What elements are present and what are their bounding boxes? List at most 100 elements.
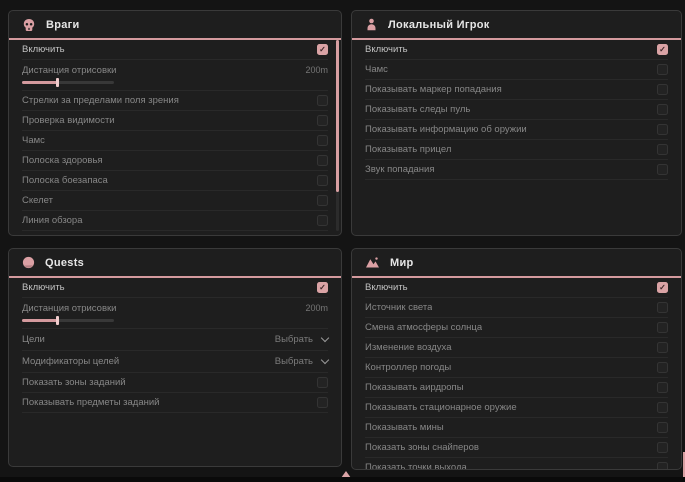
checkbox[interactable] bbox=[657, 84, 668, 95]
distance-slider[interactable] bbox=[22, 81, 114, 84]
checkbox-row[interactable]: Чамс bbox=[365, 60, 668, 80]
checkbox-row[interactable]: Смена атмосферы солнца bbox=[365, 318, 668, 338]
select-row[interactable]: Цели Выбрать bbox=[22, 329, 328, 351]
mountain-icon bbox=[365, 256, 380, 269]
select-row[interactable]: Модификаторы целейВыбрать bbox=[22, 351, 328, 373]
checkbox[interactable] bbox=[317, 155, 328, 166]
setting-label: Линия обзора bbox=[22, 215, 83, 226]
panel-enemies-scrollbar[interactable] bbox=[336, 40, 339, 231]
checkbox[interactable] bbox=[657, 362, 668, 373]
dropdown-select[interactable]: Выбрать bbox=[275, 356, 328, 367]
checkbox-row[interactable]: Показывать мины bbox=[365, 418, 668, 438]
checkbox[interactable] bbox=[657, 442, 668, 453]
checkbox-row[interactable]: Включить ✓ bbox=[365, 40, 668, 60]
checkbox-row[interactable]: Звук попадания bbox=[365, 160, 668, 180]
panel-quests-rows: Включить✓Дистанция отрисовки200mЦелиВыбр… bbox=[9, 278, 341, 413]
checkbox-row[interactable]: Стрелки за пределами поля зрения bbox=[22, 91, 328, 111]
skull-icon bbox=[22, 18, 36, 32]
checkbox-row[interactable]: Включить ✓ bbox=[22, 40, 328, 60]
checkbox[interactable] bbox=[657, 302, 668, 313]
checkbox-row[interactable]: Показать зоны снайперов bbox=[365, 438, 668, 458]
panel-world: Мир Включить✓Источник светаСмена атмосфе… bbox=[351, 248, 682, 470]
checkbox[interactable] bbox=[657, 422, 668, 433]
checkbox-row[interactable]: Скелет bbox=[22, 191, 328, 211]
setting-label: Показывать следы пуль bbox=[22, 235, 127, 236]
checkbox[interactable] bbox=[657, 124, 668, 135]
setting-label: Чамс bbox=[365, 64, 388, 75]
checkbox[interactable] bbox=[317, 175, 328, 186]
checkbox-row[interactable]: Показывать прицел bbox=[365, 140, 668, 160]
checkbox-row[interactable]: Показать точки выхода bbox=[365, 458, 668, 470]
scrollbar-thumb[interactable] bbox=[336, 40, 339, 192]
checkbox-row[interactable]: Изменение воздуха bbox=[365, 338, 668, 358]
checkbox[interactable] bbox=[317, 195, 328, 206]
checkbox[interactable] bbox=[657, 402, 668, 413]
checkbox-row[interactable]: Показывать стационарное оружие bbox=[365, 398, 668, 418]
slider-handle[interactable] bbox=[56, 316, 59, 325]
dropdown-select[interactable]: Выбрать bbox=[275, 334, 328, 345]
panel-quests-header: Quests bbox=[9, 249, 341, 278]
checkbox[interactable] bbox=[657, 164, 668, 175]
checkbox[interactable] bbox=[317, 397, 328, 408]
checkbox-row[interactable]: Чамс bbox=[22, 131, 328, 151]
bottom-edge bbox=[0, 477, 685, 482]
checkbox[interactable] bbox=[317, 95, 328, 106]
checkbox-row[interactable]: Полоска боезапаса bbox=[22, 171, 328, 191]
checkbox[interactable] bbox=[317, 115, 328, 126]
checkbox[interactable] bbox=[657, 144, 668, 155]
setting-label: Звук попадания bbox=[365, 164, 435, 175]
checkbox-row[interactable]: Линия обзора bbox=[22, 211, 328, 231]
checkbox-row[interactable]: Показывать предметы заданий bbox=[22, 393, 328, 413]
panel-title: Враги bbox=[46, 19, 80, 31]
mountain-icon-header: Мир bbox=[352, 249, 681, 278]
setting-label: Показать зоны снайперов bbox=[365, 442, 479, 453]
chevron-down-icon bbox=[321, 356, 329, 364]
checkbox-row[interactable]: Полоска здоровья bbox=[22, 151, 328, 171]
panel-title: Локальный Игрок bbox=[388, 19, 490, 31]
setting-label: Включить bbox=[22, 44, 65, 55]
checkbox[interactable] bbox=[317, 377, 328, 388]
checkbox-row[interactable]: Показать зоны заданий bbox=[22, 373, 328, 393]
checkbox[interactable] bbox=[317, 135, 328, 146]
checkbox-row[interactable]: Показывать информацию об оружии bbox=[365, 120, 668, 140]
checkbox[interactable]: ✓ bbox=[317, 282, 328, 293]
checkbox[interactable] bbox=[317, 215, 328, 226]
checkbox-row[interactable]: Показывать аирдропы bbox=[365, 378, 668, 398]
checkbox[interactable]: ✓ bbox=[317, 44, 328, 55]
checkbox-row[interactable]: Контроллер погоды bbox=[365, 358, 668, 378]
checkbox-row[interactable]: Проверка видимости bbox=[22, 111, 328, 131]
panel-title: Quests bbox=[45, 257, 84, 269]
checkbox[interactable]: ✓ bbox=[657, 44, 668, 55]
checkbox[interactable] bbox=[657, 462, 668, 470]
checkbox-row[interactable]: Источник света bbox=[365, 298, 668, 318]
setting-label: Стрелки за пределами поля зрения bbox=[22, 95, 179, 106]
distance-slider[interactable] bbox=[22, 319, 114, 322]
checkbox[interactable] bbox=[657, 342, 668, 353]
checkbox-row[interactable]: Включить✓ bbox=[365, 278, 668, 298]
person-icon bbox=[365, 18, 378, 31]
chevron-down-icon bbox=[321, 334, 329, 342]
panel-quests: Quests Включить✓Дистанция отрисовки200mЦ… bbox=[8, 248, 342, 467]
checkbox-row[interactable]: Показывать маркер попадания bbox=[365, 80, 668, 100]
panel-local-player: Локальный Игрок Включить ✓ Чамс Показывать … bbox=[351, 10, 682, 236]
checkbox-row[interactable]: Показывать следы пуль bbox=[22, 231, 328, 236]
checkbox-row[interactable]: Включить✓ bbox=[22, 278, 328, 298]
slider-line: Дистанция отрисовки200m bbox=[22, 63, 328, 77]
setting-label: Включить bbox=[365, 44, 408, 55]
slider-fill bbox=[22, 81, 57, 84]
checkbox[interactable]: ✓ bbox=[657, 282, 668, 293]
checkbox-row[interactable]: Показывать следы пуль bbox=[365, 100, 668, 120]
slider-handle[interactable] bbox=[56, 78, 59, 87]
setting-label: Дистанция отрисовки bbox=[22, 65, 116, 76]
slider-fill bbox=[22, 319, 57, 322]
setting-label: Контроллер погоды bbox=[365, 362, 451, 373]
setting-label: Показывать информацию об оружии bbox=[365, 124, 527, 135]
checkbox[interactable] bbox=[657, 64, 668, 75]
checkbox[interactable] bbox=[657, 104, 668, 115]
setting-label: Цели bbox=[22, 334, 45, 345]
panel-world-rows: Включить✓Источник светаСмена атмосферы с… bbox=[352, 278, 681, 470]
checkbox[interactable] bbox=[657, 382, 668, 393]
checkbox[interactable] bbox=[317, 235, 328, 236]
setting-label: Показывать следы пуль bbox=[365, 104, 470, 115]
checkbox[interactable] bbox=[657, 322, 668, 333]
